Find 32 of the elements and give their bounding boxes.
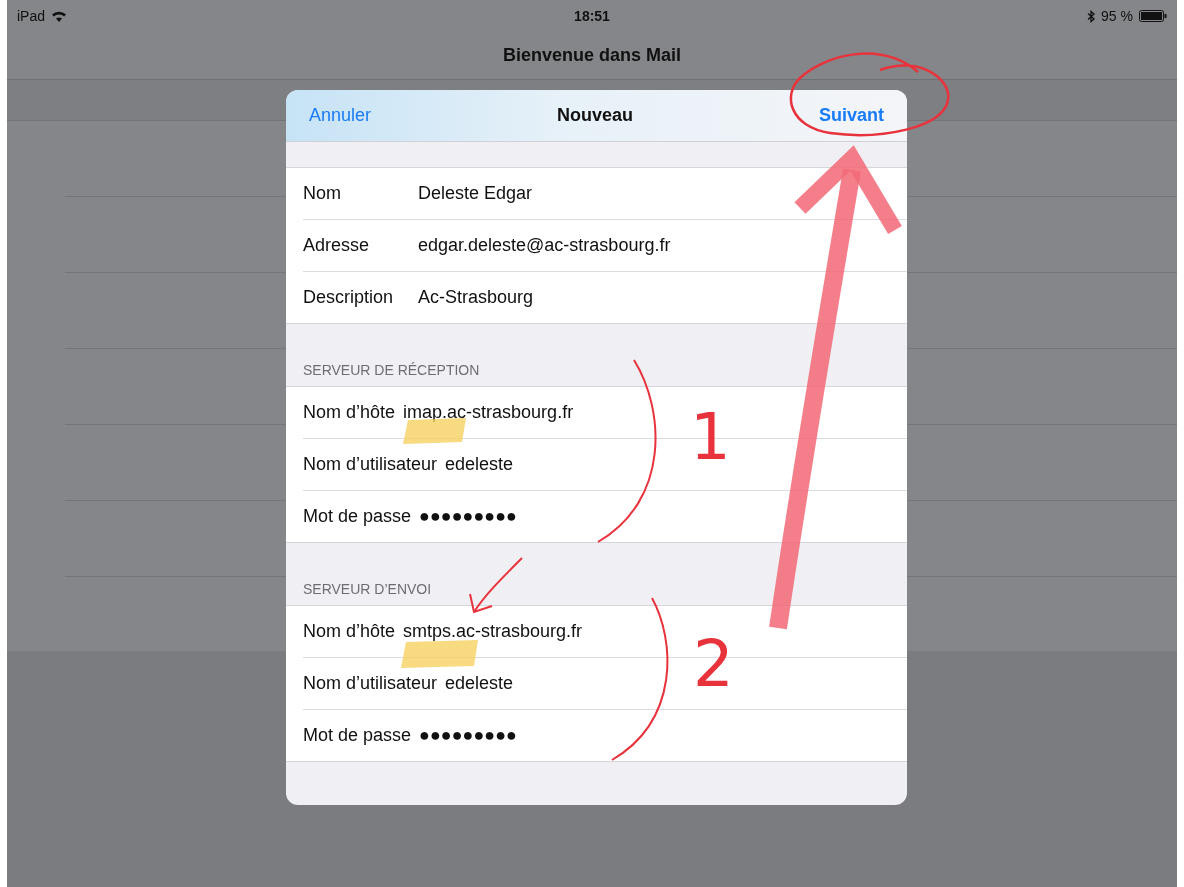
field-value[interactable]: ●●●●●●●●●: [419, 506, 517, 527]
dialog-title: Nouveau: [557, 105, 634, 126]
field-value[interactable]: smtps.ac-strasbourg.fr: [403, 621, 583, 642]
field-label: Description: [303, 287, 395, 308]
field-label: Nom d’hôte: [303, 402, 396, 423]
field-label: Nom d’utilisateur: [303, 673, 438, 694]
field-value[interactable]: Ac-Strasbourg: [418, 287, 534, 308]
handwritten-number: 1: [690, 405, 731, 469]
device-name: iPad: [17, 8, 46, 24]
battery-icon: [1139, 10, 1167, 22]
field-value[interactable]: edgar.deleste@ac-strasbourg.fr: [418, 235, 671, 256]
field-label: Mot de passe: [303, 506, 412, 527]
field-value[interactable]: edeleste: [445, 454, 514, 475]
section-header: SERVEUR DE RÉCEPTION: [303, 362, 480, 378]
field-label: Nom d’hôte: [303, 621, 396, 642]
field-value[interactable]: ●●●●●●●●●: [419, 725, 517, 746]
screen-title: Bienvenue dans Mail: [502, 45, 682, 66]
clock-time: 18:51: [574, 8, 610, 24]
field-value[interactable]: Deleste Edgar: [418, 183, 533, 204]
arrow-annotation: [469, 557, 523, 614]
wifi-icon: [51, 10, 68, 22]
field-label: Adresse: [303, 235, 371, 256]
handwritten-number: 2: [693, 632, 734, 696]
field-label: Nom d’utilisateur: [303, 454, 438, 475]
next-button[interactable]: Suivant: [819, 105, 884, 126]
battery-percentage: 95 %: [1101, 8, 1133, 24]
bluetooth-icon: [1087, 9, 1096, 23]
field-value[interactable]: edeleste: [445, 673, 514, 694]
field-value[interactable]: imap.ac-strasbourg.fr: [403, 402, 574, 423]
field-label: Nom: [303, 183, 342, 204]
section-header: SERVEUR D’ENVOI: [303, 581, 432, 597]
field-label: Mot de passe: [303, 725, 412, 746]
